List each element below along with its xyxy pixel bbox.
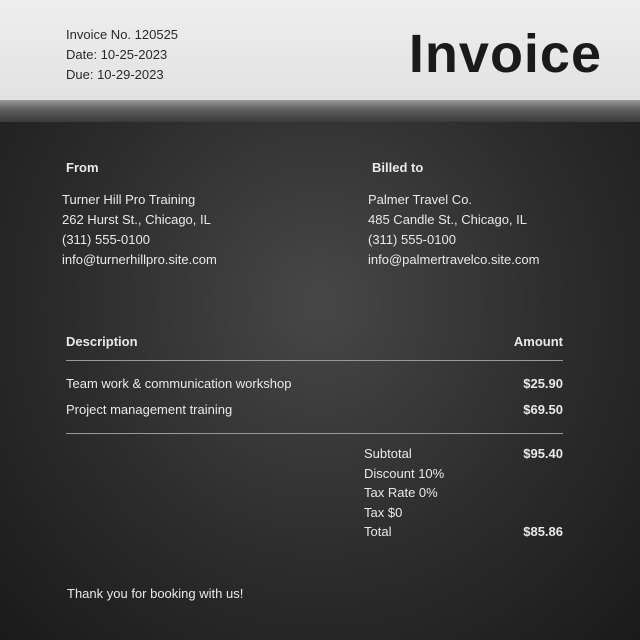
invoice-title: Invoice	[408, 24, 602, 84]
invoice-date: Date: 10-25-2023	[66, 47, 168, 62]
from-address: 262 Hurst St., Chicago, IL	[62, 212, 211, 227]
tax-row: Tax $0	[364, 503, 563, 523]
table-row: Project management training $69.50	[66, 397, 563, 423]
billed-to-name: Palmer Travel Co.	[368, 192, 473, 207]
amount-column-header: Amount	[513, 334, 563, 349]
from-phone: (311) 555-0100	[62, 232, 150, 247]
invoice-header: Invoice No. 120525 Date: 10-25-2023 Due:…	[0, 0, 640, 100]
from-section: From Turner Hill Pro Training 262 Hurst …	[62, 160, 217, 270]
subtotal-label: Subtotal	[364, 446, 412, 461]
billed-to-email: info@palmertravelco.site.com	[368, 252, 540, 267]
discount-row: Discount 10%	[364, 464, 563, 484]
billed-to-heading: Billed to	[372, 160, 424, 175]
item-description: Team work & communication workshop	[66, 376, 292, 391]
description-column-header: Description	[66, 334, 138, 349]
billed-to-section: Billed to Palmer Travel Co. 485 Candle S…	[368, 160, 539, 270]
from-heading: From	[66, 160, 99, 175]
invoice-number: Invoice No. 120525	[66, 27, 179, 42]
billed-to-phone: (311) 555-0100	[368, 232, 456, 247]
totals-section: Subtotal $95.40 Discount 10% Tax Rate 0%…	[364, 444, 563, 542]
tax-rate-label: Tax Rate 0%	[364, 485, 438, 500]
table-body: Team work & communication workshop $25.9…	[66, 361, 563, 433]
invoice-due-date: Due: 10-29-2023	[66, 67, 164, 82]
table-header-row: Description Amount	[66, 334, 563, 360]
line-items-table: Description Amount Team work & communica…	[66, 334, 563, 434]
table-row: Team work & communication workshop $25.9…	[66, 371, 563, 397]
header-divider-band	[0, 100, 640, 122]
invoice-meta: Invoice No. 120525 Date: 10-25-2023 Due:…	[66, 25, 178, 85]
total-label: Total	[364, 524, 392, 539]
total-value: $85.86	[523, 524, 563, 539]
total-row: Total $85.86	[364, 522, 563, 542]
item-description: Project management training	[66, 402, 233, 417]
from-email: info@turnerhillpro.site.com	[62, 252, 217, 267]
billed-to-address: 485 Candle St., Chicago, IL	[368, 212, 527, 227]
from-name: Turner Hill Pro Training	[62, 192, 196, 207]
subtotal-row: Subtotal $95.40	[364, 444, 563, 464]
discount-label: Discount 10%	[364, 465, 445, 481]
item-amount: $25.90	[523, 376, 563, 391]
tax-rate-row: Tax Rate 0%	[364, 483, 563, 503]
invoice-body: From Turner Hill Pro Training 262 Hurst …	[0, 122, 640, 640]
table-body-divider	[66, 433, 563, 434]
item-amount: $69.50	[523, 402, 563, 417]
tax-label: Tax $0	[364, 504, 403, 520]
subtotal-value: $95.40	[523, 446, 563, 461]
thank-you-note: Thank you for booking with us!	[67, 586, 244, 601]
